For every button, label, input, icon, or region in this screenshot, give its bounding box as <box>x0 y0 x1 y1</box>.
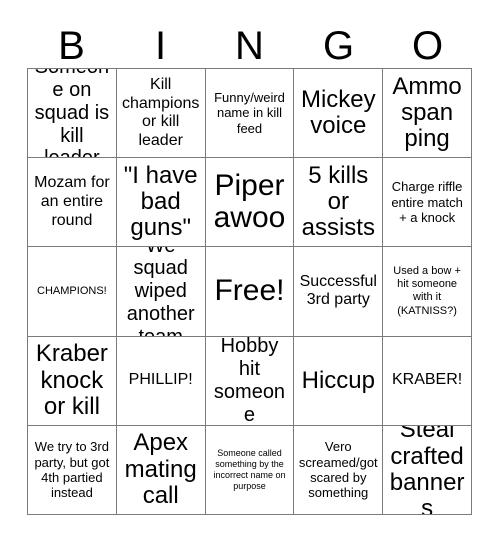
header-letter-b: B <box>58 24 85 68</box>
bingo-cell[interactable]: CHAMPIONS! <box>28 247 117 337</box>
bingo-cell-label: Mozam for an entire round <box>34 174 110 229</box>
bingo-cell[interactable]: Vero screamed/got scared by something <box>294 425 384 515</box>
bingo-cell-label: PHILLIP! <box>128 371 193 389</box>
bingo-cell-label: CHAMPIONS! <box>37 284 107 297</box>
bingo-cell[interactable]: Apex mating call <box>116 425 206 515</box>
bingo-cell-label: Steal crafted banners <box>389 425 465 515</box>
bingo-cell[interactable]: Kill champions or kill leader <box>116 69 206 159</box>
bingo-cell-label: We try to 3rd party, but got 4th partied… <box>34 439 110 501</box>
bingo-cell[interactable]: Mickey voice <box>294 69 384 159</box>
bingo-cell-label: We squad wiped another team <box>126 247 195 335</box>
bingo-cell[interactable]: Someone on squad is kill leader <box>28 69 117 159</box>
bingo-cell-label: 5 kills or assists <box>301 161 375 242</box>
bingo-cell[interactable]: PHILLIP! <box>116 336 206 426</box>
bingo-cell-label: Successful 3rd party <box>299 272 377 309</box>
bingo-cell-label: Someone on squad is kill leader <box>34 69 110 157</box>
bingo-cell[interactable]: KRABER! <box>383 336 472 426</box>
bingo-cell[interactable]: Hobby hit someone <box>205 336 295 426</box>
bingo-cell[interactable]: Someone called something by the incorrec… <box>205 425 295 515</box>
bingo-cell-label: Vero screamed/got scared by something <box>298 439 378 501</box>
bingo-cell-label: Someone called something by the incorrec… <box>213 447 286 492</box>
bingo-cell[interactable]: 5 kills or assists <box>294 158 384 248</box>
bingo-cell-label: Apex mating call <box>124 429 197 510</box>
header-letter-o: O <box>411 24 444 68</box>
bingo-cell-label: Funny/weird name in kill feed <box>214 90 285 136</box>
bingo-cell[interactable]: Free! <box>205 247 295 337</box>
bingo-card: B I N G O Someone on squad is kill leade… <box>0 0 500 544</box>
bingo-cell[interactable]: Funny/weird name in kill feed <box>205 69 295 159</box>
bingo-header: B I N G O <box>27 18 472 68</box>
bingo-cell[interactable]: Ammo span ping <box>383 69 472 159</box>
bingo-cell[interactable]: Mozam for an entire round <box>28 158 117 248</box>
bingo-cell[interactable]: Piper awoo <box>205 158 295 248</box>
bingo-cell-label: Piper awoo <box>213 168 286 235</box>
bingo-cell-label: Hiccup <box>301 366 375 394</box>
bingo-cell-label: Kraber knock or kill <box>35 340 108 420</box>
bingo-cell-label: Hobby hit someone <box>213 336 286 426</box>
bingo-cell[interactable]: Hiccup <box>294 336 384 426</box>
bingo-cell-label: Kill champions or kill leader <box>122 76 200 149</box>
bingo-cell[interactable]: We try to 3rd party, but got 4th partied… <box>28 425 117 515</box>
bingo-cell-label: Free! <box>214 274 285 308</box>
header-letter-g: G <box>322 24 355 68</box>
bingo-cell-label: "I have bad guns" <box>123 161 198 242</box>
bingo-grid: Someone on squad is kill leaderKill cham… <box>27 68 472 515</box>
bingo-cell[interactable]: Kraber knock or kill <box>28 336 117 426</box>
bingo-cell[interactable]: We squad wiped another team <box>116 247 206 337</box>
header-letter-i: I <box>154 24 167 68</box>
header-letter-n: N <box>235 24 264 68</box>
bingo-cell[interactable]: Charge riffle entire match + a knock <box>383 158 472 248</box>
bingo-cell[interactable]: Steal crafted banners <box>383 425 472 515</box>
bingo-cell-label: Charge riffle entire match + a knock <box>391 179 463 225</box>
bingo-cell[interactable]: Successful 3rd party <box>294 247 384 337</box>
bingo-cell-label: Mickey voice <box>300 85 376 140</box>
bingo-cell[interactable]: Used a bow + hit someone with it (KATNIS… <box>383 247 472 337</box>
bingo-cell-label: KRABER! <box>391 371 463 389</box>
bingo-cell-label: Used a bow + hit someone with it (KATNIS… <box>393 265 461 317</box>
bingo-cell[interactable]: "I have bad guns" <box>116 158 206 248</box>
bingo-cell-label: Ammo span ping <box>392 72 462 153</box>
